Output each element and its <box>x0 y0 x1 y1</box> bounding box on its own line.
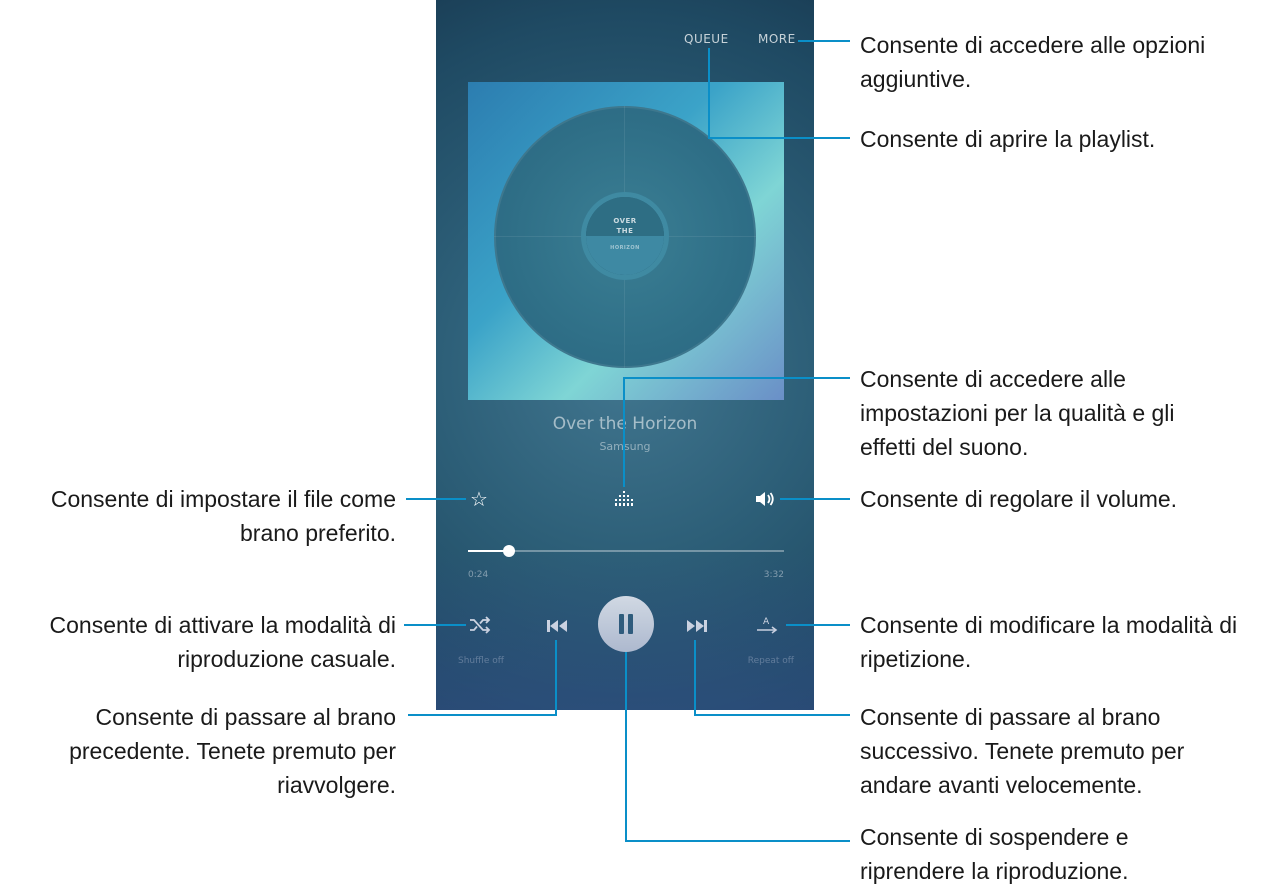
current-time: 0:24 <box>468 570 489 580</box>
skip-next-icon[interactable] <box>682 614 712 638</box>
equalizer-icon[interactable] <box>610 486 640 512</box>
star-outline-icon[interactable]: ☆ <box>466 486 492 512</box>
queue-button[interactable]: QUEUE <box>684 32 729 46</box>
callout-line-star <box>406 498 466 500</box>
callout-line-queue <box>708 48 710 139</box>
callout-favorite: Consente di impostare il file come brano… <box>50 486 396 546</box>
callout-previous: Consente di passare al brano precedente.… <box>69 704 396 798</box>
callout-line-pause-h <box>625 840 850 842</box>
callout-line-next-h <box>694 714 850 716</box>
progress-thumb[interactable] <box>503 545 516 557</box>
album-disc-graphic: OVER THE HORIZON <box>494 106 756 368</box>
repeat-a-icon[interactable]: A <box>752 612 782 638</box>
music-player-screen: QUEUE MORE OVER THE HORIZON Over the Hor… <box>436 0 814 710</box>
callout-line-prev <box>555 640 557 716</box>
callout-line-more <box>798 40 850 42</box>
callout-line-shuffle <box>404 624 466 626</box>
callout-line-next <box>694 640 696 716</box>
track-artist: Samsung <box>436 440 814 453</box>
callout-volume: Consente di regolare il volume. <box>860 486 1178 512</box>
callout-line-eq-h <box>623 377 850 379</box>
shuffle-status: Shuffle off <box>458 656 504 666</box>
svg-text:A: A <box>763 617 770 627</box>
album-art: OVER THE HORIZON <box>468 82 784 400</box>
album-disc-label: OVER THE HORIZON <box>581 192 669 280</box>
track-title: Over the Horizon <box>552 414 698 434</box>
shuffle-icon[interactable] <box>466 612 494 638</box>
album-art-text-3: HORIZON <box>610 245 640 251</box>
callout-pause: Consente di sospendere e riprendere la r… <box>860 824 1129 884</box>
skip-previous-icon[interactable] <box>542 614 572 638</box>
callout-line-prev-h <box>408 714 557 716</box>
callout-line-queue-h <box>708 137 850 139</box>
callout-line-volume <box>780 498 850 500</box>
callout-repeat: Consente di modificare la modalità di ri… <box>860 612 1238 672</box>
callout-line-pause <box>625 652 627 842</box>
callout-next: Consente di passare al brano successivo.… <box>860 704 1185 798</box>
callout-line-repeat <box>786 624 850 626</box>
callout-sound-settings: Consente di accedere alle impostazioni p… <box>860 366 1175 460</box>
progress-bar[interactable] <box>468 545 784 557</box>
callout-more-options: Consente di accedere alle opzioni aggiun… <box>860 32 1206 92</box>
repeat-status: Repeat off <box>747 656 794 666</box>
album-art-text-1: OVER <box>613 217 637 225</box>
album-art-text-2: THE <box>616 227 634 235</box>
callout-playlist: Consente di aprire la playlist. <box>860 126 1156 152</box>
total-time: 3:32 <box>763 570 784 580</box>
callout-line-eq <box>623 377 625 487</box>
pause-icon[interactable] <box>598 596 654 652</box>
more-button[interactable]: MORE <box>758 32 796 46</box>
speaker-icon[interactable] <box>752 486 778 512</box>
callout-shuffle: Consente di attivare la modalità di ripr… <box>49 612 396 672</box>
